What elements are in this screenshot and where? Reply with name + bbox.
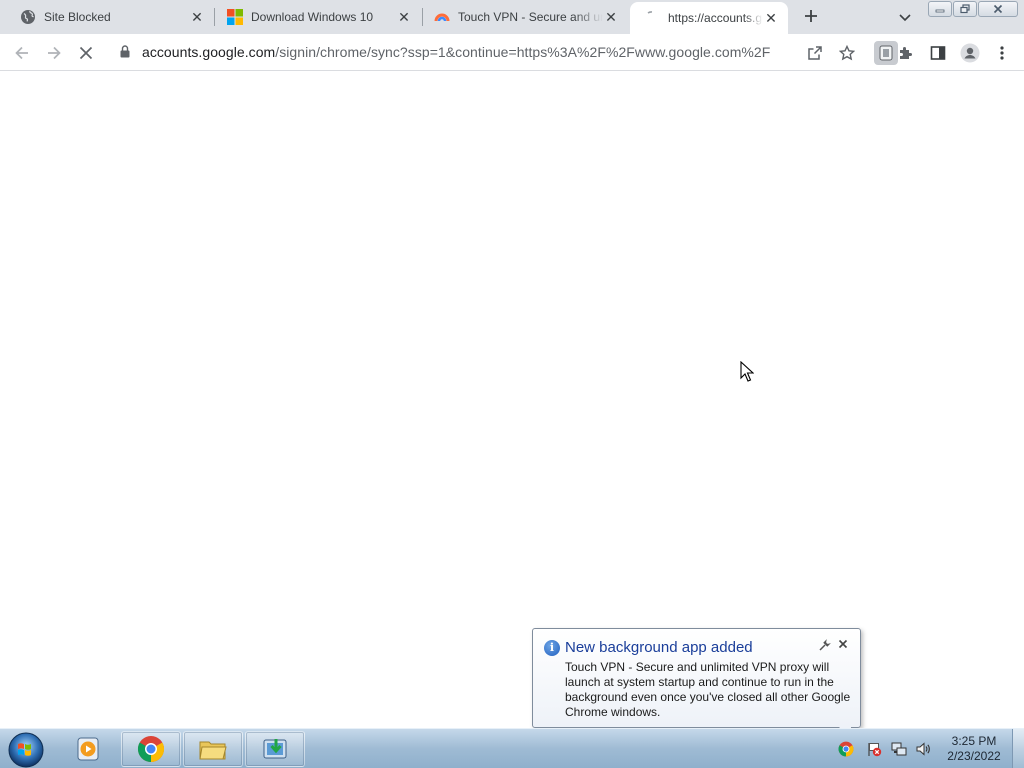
extension-vpn-icon	[879, 45, 893, 61]
profile-button[interactable]	[958, 41, 982, 65]
side-panel-button[interactable]	[926, 41, 950, 65]
notification-close-button[interactable]	[836, 638, 850, 652]
taskbar-download-app[interactable]	[245, 731, 305, 767]
touch-vpn-icon	[434, 9, 450, 25]
desktop-screen: Site Blocked ✕ Download Windows 10 ✕ Tou…	[0, 0, 1024, 768]
tab-close-icon[interactable]: ✕	[603, 9, 619, 25]
new-tab-button[interactable]	[800, 5, 822, 27]
minimize-button[interactable]	[928, 1, 952, 17]
extensions-menu-button[interactable]	[894, 41, 918, 65]
clock-date: 2/23/2022	[947, 749, 1001, 763]
notification-title: New background app added	[565, 639, 753, 656]
puzzle-icon	[900, 47, 912, 59]
close-window-button[interactable]	[978, 1, 1018, 17]
tab-title: Download Windows 10	[251, 10, 374, 24]
stop-icon	[79, 46, 93, 60]
tab-close-icon[interactable]: ✕	[189, 9, 205, 25]
notification-settings-button[interactable]	[817, 639, 831, 653]
plus-icon	[805, 10, 817, 22]
lock-icon[interactable]	[120, 45, 130, 63]
start-button[interactable]	[5, 730, 45, 768]
tab-strip: Site Blocked ✕ Download Windows 10 ✕ Tou…	[0, 0, 1024, 34]
stop-loading-button[interactable]	[74, 41, 98, 65]
minimize-icon	[935, 9, 945, 13]
tab-google-accounts[interactable]: https://accounts.google.com/signin/chrom…	[630, 2, 788, 34]
taskbar-chrome[interactable]	[121, 731, 181, 767]
page-content	[0, 71, 1024, 728]
mouse-cursor-icon	[740, 360, 755, 387]
folder-icon	[199, 741, 227, 760]
chevron-down-icon	[899, 14, 911, 22]
background-app-notification[interactable]: i New background app added Touch VPN - S…	[532, 628, 861, 741]
info-icon: i	[544, 640, 560, 656]
tab-title: Site Blocked	[44, 10, 111, 24]
tab-close-icon[interactable]: ✕	[763, 10, 779, 26]
taskbar-explorer[interactable]	[183, 731, 243, 767]
bookmark-button[interactable]	[835, 41, 859, 65]
tab-touch-vpn[interactable]: Touch VPN - Secure and unlimited VPN pro…	[414, 0, 628, 34]
share-icon	[808, 46, 822, 60]
taskbar-clock[interactable]: 3:25 PM 2/23/2022	[938, 734, 1010, 764]
tab-close-icon[interactable]: ✕	[396, 9, 412, 25]
tab-download-windows[interactable]: Download Windows 10 ✕	[207, 0, 421, 34]
avatar-icon	[960, 43, 980, 63]
arrow-left-icon	[15, 46, 28, 60]
volume-icon[interactable]	[915, 741, 931, 757]
loading-spinner-icon	[644, 10, 660, 26]
media-player-icon	[77, 737, 99, 761]
wrench-icon	[819, 639, 831, 651]
network-icon[interactable]	[891, 741, 907, 757]
address-bar[interactable]: accounts.google.com/signin/chrome/sync?s…	[110, 37, 864, 67]
back-button[interactable]	[10, 41, 34, 65]
share-button[interactable]	[803, 41, 827, 65]
tab-title: https://accounts.google.com/signin/chrom…	[668, 11, 763, 25]
menu-button[interactable]	[990, 41, 1014, 65]
close-icon	[993, 4, 1003, 14]
close-icon	[838, 639, 848, 649]
tab-title: Touch VPN - Secure and unlimited VPN pro…	[458, 10, 603, 24]
browser-toolbar: accounts.google.com/signin/chrome/sync?s…	[0, 34, 1024, 71]
restore-icon	[960, 4, 970, 14]
chrome-icon	[137, 736, 165, 763]
url-host: accounts.google.com	[142, 44, 276, 60]
windows-logo-icon	[227, 9, 243, 25]
action-center-flag-icon[interactable]	[866, 741, 882, 757]
globe-icon	[20, 9, 36, 25]
forward-button[interactable]	[42, 41, 66, 65]
kebab-menu-icon	[1000, 46, 1004, 60]
side-panel-icon	[930, 46, 946, 60]
windows-orb-icon	[8, 732, 44, 768]
show-desktop-button[interactable]	[1012, 729, 1024, 768]
download-app-icon	[263, 739, 287, 759]
url-text[interactable]: accounts.google.com/signin/chrome/sync?s…	[142, 44, 770, 60]
restore-button[interactable]	[953, 1, 977, 17]
tray-chrome-icon[interactable]	[838, 741, 854, 757]
tab-search-button[interactable]	[895, 7, 915, 27]
clock-time: 3:25 PM	[951, 734, 997, 748]
notification-body: Touch VPN - Secure and unlimited VPN pro…	[565, 660, 851, 719]
windows-taskbar: 3:25 PM 2/23/2022	[0, 728, 1024, 768]
arrow-right-icon	[48, 46, 61, 60]
star-icon	[839, 45, 855, 61]
tab-site-blocked[interactable]: Site Blocked ✕	[0, 0, 214, 34]
taskbar-media-player[interactable]	[58, 731, 118, 767]
url-path: /signin/chrome/sync?ssp=1&continue=https…	[275, 44, 771, 60]
